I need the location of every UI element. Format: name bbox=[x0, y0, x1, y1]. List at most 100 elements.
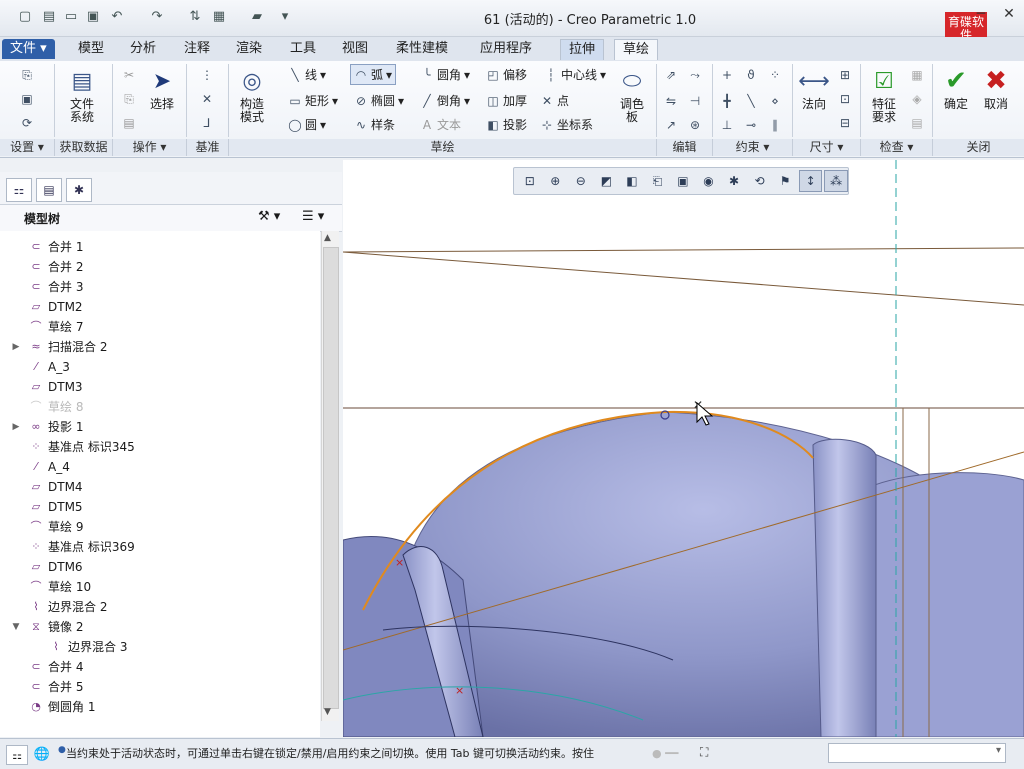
sketch-view-icon[interactable]: ▣ bbox=[671, 170, 695, 192]
datum-display-icon[interactable]: ✱ bbox=[722, 170, 746, 192]
tree-item[interactable]: ⊂ 合并 3 bbox=[28, 277, 83, 297]
datum-point-tool-icon[interactable]: ✕ bbox=[200, 92, 214, 106]
rectangle-tool[interactable]: ▭ 矩形 ▾ bbox=[288, 92, 338, 109]
perimeter-icon[interactable]: ⊞ bbox=[838, 68, 852, 82]
spline-tool[interactable]: ∿ 样条 bbox=[354, 116, 395, 133]
corner-icon[interactable]: ⊛ bbox=[688, 118, 702, 132]
minimize-button[interactable]: ─ bbox=[970, 6, 992, 24]
tree-item[interactable]: ⌒ 草绘 10 bbox=[28, 577, 92, 597]
save-icon[interactable]: ▣ bbox=[84, 7, 102, 25]
folder-browser-tab-icon[interactable]: ▤ bbox=[36, 178, 62, 202]
tab-annotate[interactable]: 注释 bbox=[176, 39, 218, 59]
line-tool[interactable]: ╲ 线 ▾ bbox=[288, 66, 326, 83]
tree-item[interactable]: ⊂ 合并 1 bbox=[28, 237, 83, 257]
folder-icon[interactable]: ▭ bbox=[62, 7, 80, 25]
tree-item[interactable]: ⁘ 基准点 标识345 bbox=[28, 437, 134, 457]
cancel-button[interactable]: ✖ 取消 bbox=[976, 66, 1016, 111]
tree-item[interactable]: ⌒ 草绘 8 bbox=[28, 397, 84, 417]
tree-item[interactable]: ▱ DTM3 bbox=[28, 377, 83, 397]
tree-item[interactable]: ▱ DTM4 bbox=[28, 477, 83, 497]
expand-icon[interactable]: ▶ bbox=[10, 417, 22, 437]
tree-scrollbar[interactable]: ▲ ▼ bbox=[321, 231, 339, 721]
sketch-setup-icon[interactable]: ⎘ bbox=[20, 68, 34, 82]
tab-tools[interactable]: 工具 bbox=[282, 39, 324, 59]
scroll-up-icon[interactable]: ▲ bbox=[324, 233, 331, 243]
repaint-icon[interactable]: ◩ bbox=[595, 170, 619, 192]
tree-item[interactable]: ⌇ 边界混合 2 bbox=[28, 597, 107, 617]
favorites-tab-icon[interactable]: ✱ bbox=[66, 178, 92, 202]
tree-item[interactable]: ⁄ A_4 bbox=[28, 457, 70, 477]
file-system-button[interactable]: ▤ 文件 系统 bbox=[62, 66, 102, 124]
spin-center-icon[interactable]: ⟲ bbox=[748, 170, 772, 192]
close-button[interactable]: ✕ bbox=[998, 6, 1020, 24]
display-style-icon[interactable]: ◧ bbox=[620, 170, 644, 192]
new-icon[interactable]: ▢ bbox=[16, 7, 34, 25]
scroll-down-icon[interactable]: ▼ bbox=[324, 707, 331, 717]
tab-sketch[interactable]: 草绘 bbox=[614, 39, 659, 60]
construction-mode-button[interactable]: ◎ 构造 模式 bbox=[232, 66, 272, 124]
tab-flexible-modeling[interactable]: 柔性建模 bbox=[388, 39, 456, 59]
datum-csys-icon[interactable]: ⅃ bbox=[200, 116, 214, 130]
modify-icon[interactable]: ⇗ bbox=[664, 68, 678, 82]
circle-tool[interactable]: ◯ 圆 ▾ bbox=[288, 116, 326, 133]
cut-icon[interactable]: ✂ bbox=[122, 68, 136, 82]
group-setup[interactable]: 设置 ▾ bbox=[0, 139, 55, 156]
centerline-tool[interactable]: ┆ 中心线 ▾ bbox=[544, 66, 606, 83]
tab-view[interactable]: 视图 bbox=[334, 39, 376, 59]
group-constrain[interactable]: 约束 ▾ bbox=[713, 139, 793, 156]
open-icon[interactable]: ▤ bbox=[40, 7, 58, 25]
group-dimension[interactable]: 尺寸 ▾ bbox=[793, 139, 861, 156]
project-tool[interactable]: ◧ 投影 bbox=[486, 116, 527, 133]
horizontal-constraint-icon[interactable]: ╋ bbox=[720, 94, 734, 108]
tab-applications[interactable]: 应用程序 bbox=[472, 39, 540, 59]
collapse-icon[interactable]: ▼ bbox=[10, 617, 22, 637]
tab-render[interactable]: 渲染 bbox=[228, 39, 270, 59]
divide-icon[interactable]: ⊣ bbox=[688, 94, 702, 108]
select-button[interactable]: ➤ 选择 bbox=[142, 66, 182, 111]
perpendicular-constraint-icon[interactable]: ⊥ bbox=[720, 118, 734, 132]
tab-analysis[interactable]: 分析 bbox=[122, 39, 164, 59]
symmetric-constraint-icon[interactable]: ⋄ bbox=[768, 94, 782, 108]
tab-extrude[interactable]: 拉伸 bbox=[560, 39, 605, 60]
scroll-thumb[interactable] bbox=[323, 247, 339, 709]
tree-item[interactable]: ⌒ 草绘 7 bbox=[28, 317, 84, 337]
coord-sys-tool[interactable]: ⊹ 坐标系 bbox=[540, 116, 593, 133]
zoom-out-icon[interactable]: ⊖ bbox=[569, 170, 593, 192]
selection-filter[interactable]: ▾ bbox=[828, 743, 1006, 763]
reference-dim-icon[interactable]: ⊟ bbox=[838, 116, 852, 130]
copy-icon[interactable]: ⎘ bbox=[122, 92, 136, 106]
tangent-constraint-icon[interactable]: ϑ bbox=[744, 68, 758, 82]
redo-icon[interactable]: ↷ bbox=[148, 7, 166, 25]
shade-closed-icon[interactable]: ▤ bbox=[910, 116, 924, 130]
thicken-tool[interactable]: ◫ 加厚 bbox=[486, 92, 527, 109]
tree-item[interactable]: ⁘ 基准点 标识369 bbox=[28, 537, 134, 557]
tab-file[interactable]: 文件 ▾ bbox=[2, 39, 55, 59]
delete-segment-icon[interactable]: ⤳ bbox=[688, 68, 702, 82]
tree-item[interactable]: ⊂ 合并 5 bbox=[28, 677, 83, 697]
chevron-down-icon[interactable]: ▾ bbox=[996, 745, 1001, 756]
palette-button[interactable]: ⬭ 调色 板 bbox=[612, 66, 652, 124]
group-operations[interactable]: 操作 ▾ bbox=[113, 139, 187, 156]
reference-icon[interactable]: ▣ bbox=[20, 92, 34, 106]
expand-icon[interactable]: ▶ bbox=[10, 337, 22, 357]
tree-item[interactable]: ⁄ A_3 bbox=[28, 357, 70, 377]
overlap-icon[interactable]: ▦ bbox=[910, 68, 924, 82]
chamfer-tool[interactable]: ╱ 倒角 ▾ bbox=[420, 92, 470, 109]
mirror-tool-icon[interactable]: ⇋ bbox=[664, 94, 678, 108]
refit-icon[interactable]: ⊡ bbox=[518, 170, 542, 192]
regenerate-icon[interactable]: ⇅ bbox=[186, 7, 204, 25]
show-icon[interactable]: ☰ ▾ bbox=[302, 209, 324, 224]
offset-tool[interactable]: ◰ 偏移 bbox=[486, 66, 527, 83]
tree-item[interactable]: ▱ DTM6 bbox=[28, 557, 83, 577]
equal-constraint-icon[interactable]: ⊸ bbox=[744, 118, 758, 132]
tab-model[interactable]: 模型 bbox=[70, 39, 112, 59]
ok-button[interactable]: ✔ 确定 bbox=[936, 66, 976, 111]
model-tree-tab-icon[interactable]: ⚏ bbox=[6, 178, 32, 202]
dimension-display-icon[interactable]: ↕ bbox=[798, 170, 823, 192]
rotate-resize-icon[interactable]: ↗ bbox=[664, 118, 678, 132]
windows-icon[interactable]: ▦ bbox=[210, 7, 228, 25]
ellipse-tool[interactable]: ⊘ 椭圆 ▾ bbox=[354, 92, 404, 109]
tree-settings-icon[interactable]: ⚒ ▾ bbox=[258, 209, 280, 224]
customize-icon[interactable]: ▾ bbox=[276, 7, 294, 25]
feature-requirements-button[interactable]: ☑ 特征 要求 bbox=[864, 66, 904, 124]
